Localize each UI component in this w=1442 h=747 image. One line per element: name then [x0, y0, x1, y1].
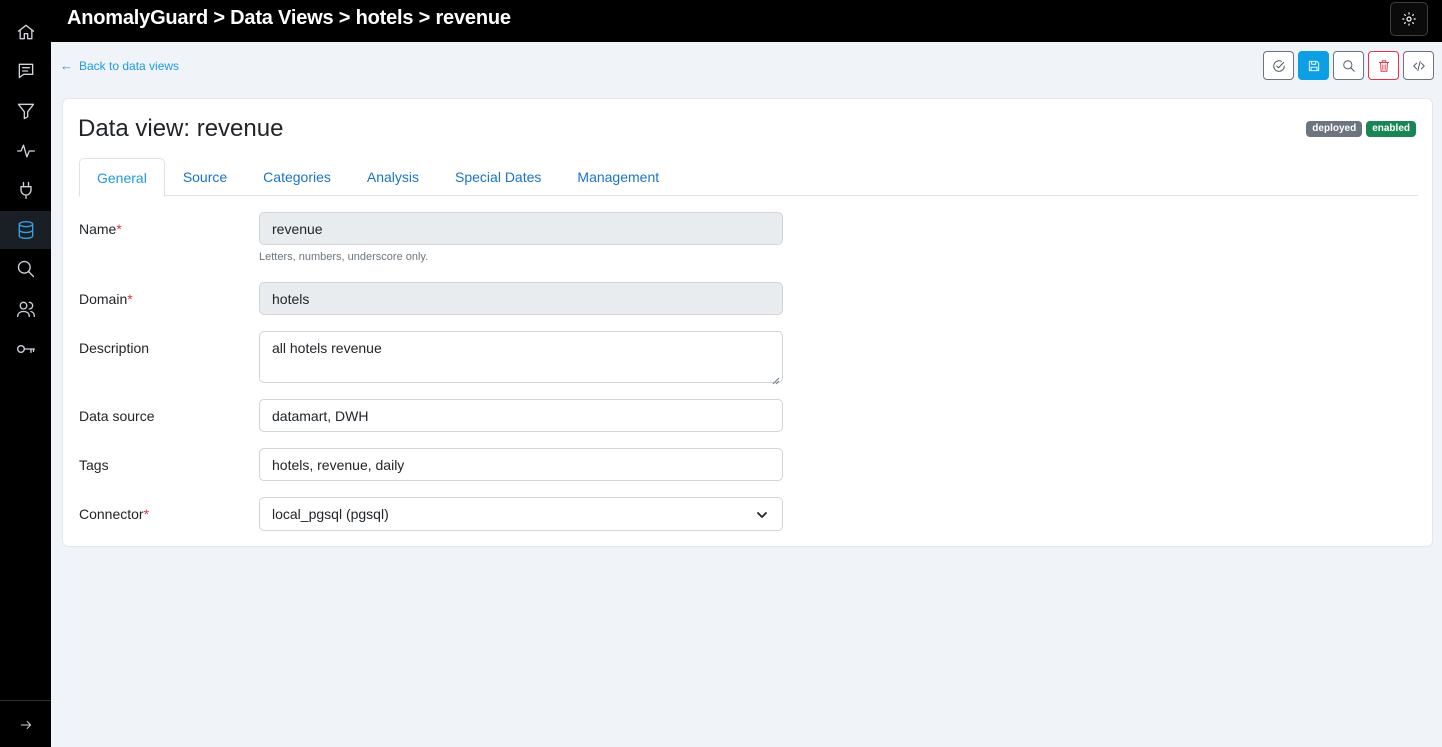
breadcrumb: AnomalyGuard > Data Views > hotels > rev…: [67, 7, 511, 29]
key-icon: [16, 345, 35, 353]
domain-label: Domain*: [79, 291, 133, 307]
sidebar-expand-button[interactable]: [0, 706, 51, 744]
sidebar-item-filters[interactable]: [0, 92, 51, 130]
description-value: all hotels revenue: [272, 340, 382, 356]
check-circle-icon: [1272, 59, 1285, 72]
topbar: AnomalyGuard > Data Views > hotels > rev…: [51, 0, 1442, 42]
sidebar-item-connectors[interactable]: [0, 171, 51, 209]
toolbar: [1263, 51, 1434, 80]
description-label: Description: [79, 340, 150, 356]
status-badges: deployed enabled: [1306, 121, 1416, 137]
description-field[interactable]: all hotels revenue: [259, 331, 783, 385]
data-view-card: Data view: revenue deployed enabled Gene…: [62, 98, 1433, 547]
data-source-field[interactable]: datamart, DWH: [259, 399, 783, 432]
arrow-left-icon: ←: [60, 58, 73, 73]
search-icon: [17, 260, 34, 278]
domain-field[interactable]: hotels: [259, 282, 783, 315]
gear-icon: [1402, 12, 1416, 26]
data-source-label: Data source: [79, 408, 155, 424]
validate-button[interactable]: [1263, 51, 1294, 80]
tab-bar: General Source Categories Analysis Speci…: [79, 158, 1418, 197]
connector-label-text: Connector: [79, 506, 144, 522]
required-marker: *: [127, 291, 133, 307]
tags-field[interactable]: hotels, revenue, daily: [259, 448, 783, 481]
required-marker: *: [116, 221, 122, 237]
code-icon: [1412, 60, 1425, 71]
connector-select[interactable]: local_pgsql (pgsql): [259, 497, 783, 531]
resize-grip-icon[interactable]: [772, 372, 780, 385]
sidebar-divider: [0, 700, 51, 701]
connector-label: Connector*: [79, 506, 149, 522]
connector-selected-value: local_pgsql (pgsql): [272, 506, 389, 522]
tags-label: Tags: [79, 457, 109, 473]
name-label: Name*: [79, 221, 122, 237]
name-hint: Letters, numbers, underscore only.: [259, 251, 429, 263]
tab-analysis[interactable]: Analysis: [349, 158, 437, 196]
name-field[interactable]: revenue: [259, 212, 783, 245]
sidebar-item-home[interactable]: [0, 13, 51, 51]
sidebar: [0, 0, 51, 747]
settings-button[interactable]: [1390, 2, 1428, 36]
sidebar-item-search[interactable]: [0, 250, 51, 288]
name-label-text: Name: [79, 221, 117, 237]
arrow-right-icon: [20, 721, 31, 729]
back-to-data-views-link[interactable]: ← Back to data views: [60, 58, 179, 73]
tab-management[interactable]: Management: [559, 158, 677, 196]
sidebar-item-users[interactable]: [0, 290, 51, 328]
code-button[interactable]: [1403, 51, 1434, 80]
tab-special-dates[interactable]: Special Dates: [437, 158, 559, 196]
trash-icon: [1378, 59, 1389, 72]
back-link-label: Back to data views: [79, 58, 180, 73]
users-icon: [16, 301, 35, 318]
home-icon: [17, 24, 34, 40]
sidebar-item-activity[interactable]: [0, 132, 51, 170]
page-title: Data view: revenue: [78, 115, 284, 142]
activity-icon: [16, 144, 35, 158]
status-badge-deployed: deployed: [1306, 121, 1363, 137]
sidebar-item-messages[interactable]: [0, 52, 51, 90]
domain-label-text: Domain: [79, 291, 128, 307]
save-icon: [1308, 60, 1319, 71]
plug-icon: [19, 181, 32, 199]
filter-icon: [17, 103, 34, 120]
delete-button[interactable]: [1368, 51, 1399, 80]
save-button[interactable]: [1298, 51, 1329, 80]
database-icon: [18, 221, 33, 239]
tab-source[interactable]: Source: [165, 158, 245, 196]
message-icon: [18, 63, 33, 79]
search-icon: [1342, 59, 1355, 72]
required-marker: *: [143, 506, 150, 522]
chevron-down-icon: [756, 508, 768, 520]
inspect-button[interactable]: [1333, 51, 1364, 80]
tab-categories[interactable]: Categories: [245, 158, 349, 196]
sidebar-item-data-views[interactable]: [0, 211, 51, 249]
sidebar-item-keys[interactable]: [0, 330, 51, 368]
tab-general[interactable]: General: [79, 158, 165, 197]
status-badge-enabled: enabled: [1366, 121, 1416, 137]
